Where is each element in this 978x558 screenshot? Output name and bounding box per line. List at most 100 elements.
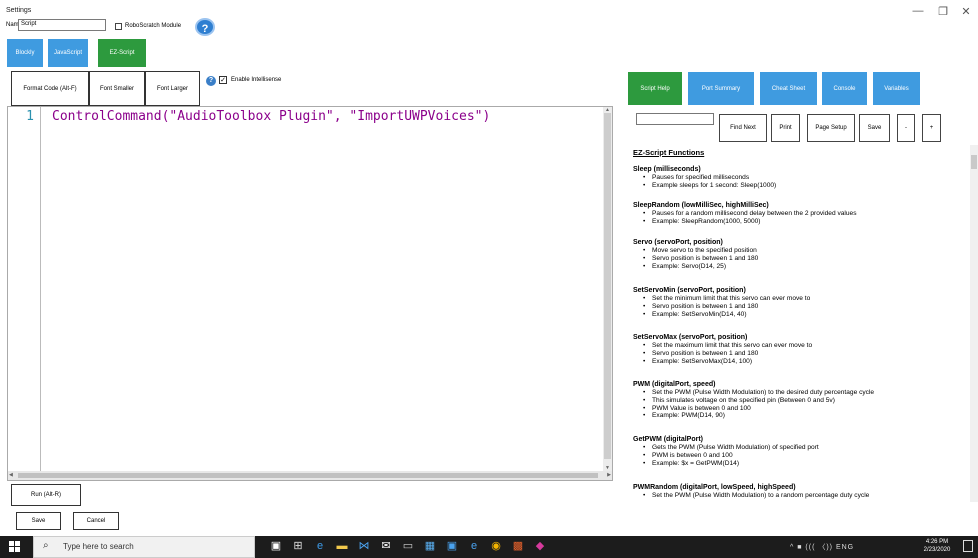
system-tray[interactable]: ^ ■ ((( 〈)) ENG [790,542,854,552]
function-signature: PWM (digitalPort, speed) [633,381,716,388]
tab-blockly[interactable]: Blockly [7,39,43,67]
intellisense-label: Enable Intellisense [231,77,282,83]
roboscratch-checkbox[interactable] [115,23,122,30]
font-smaller-button[interactable]: Font Smaller [89,71,145,106]
tab-script-help[interactable]: Script Help [628,72,682,105]
run-button[interactable]: Run (Alt-R) [11,484,81,506]
help-function: SetServoMax (servoPort, position) Set th… [633,333,968,365]
file-explorer-icon[interactable]: ▬ [335,539,349,553]
function-description: Pauses for specified milliseconds [643,174,968,182]
clock-time: 4:26 PM [925,539,949,545]
clock-date: 2/23/2020 [923,547,951,553]
windows-start-icon[interactable] [9,541,21,553]
function-description: PWM Value is between 0 and 100 [643,405,968,413]
function-signature: SetServoMin (servoPort, position) [633,287,746,294]
help-function: SleepRandom (lowMilliSec, highMilliSec) … [633,201,968,226]
terminal-icon[interactable]: ▭ [401,539,415,553]
photos-icon[interactable]: ▦ [423,539,437,553]
function-description: Set the minimum limit that this servo ca… [643,295,968,303]
help-function: PWM (digitalPort, speed) Set the PWM (Pu… [633,380,968,420]
app-pink-icon[interactable]: ◆ [533,539,547,553]
mail-icon[interactable]: ✉ [379,539,393,553]
editor-horizontal-scrollbar[interactable]: ◀ ▶ [8,471,612,480]
function-description: Servo position is between 1 and 180 [643,255,968,263]
help-function: SetServoMin (servoPort, position) Set th… [633,286,968,318]
help-function: Sleep (milliseconds) Pauses for specifie… [633,165,968,190]
maximize-button[interactable]: ❐ [935,5,951,18]
function-description: Gets the PWM (Pulse Width Modulation) of… [643,444,968,452]
edge-alt-icon[interactable]: e [467,539,481,553]
function-example: Example: SetServoMin(D14, 40) [643,311,968,319]
function-description: Move servo to the specified position [643,247,968,255]
scroll-left-icon[interactable]: ◀ [9,472,13,478]
function-description: This simulates voltage on the specified … [643,397,968,405]
zoom-in-button[interactable]: + [922,114,941,142]
function-signature: SetServoMax (servoPort, position) [633,334,748,341]
function-signature: Sleep (milliseconds) [633,166,701,173]
editor-horizontal-scroll-thumb[interactable] [18,473,598,478]
tab-port-summary[interactable]: Port Summary [688,72,754,105]
function-example: Example: SleepRandom(1000, 5000) [643,218,968,226]
help-function: GetPWM (digitalPort) Gets the PWM (Pulse… [633,435,968,467]
search-icon: ⌕ [43,540,49,551]
edge-icon[interactable]: e [313,539,327,553]
zoom-out-button[interactable]: - [897,114,915,142]
chrome-icon[interactable]: ◉ [489,539,503,553]
function-example: Example sleeps for 1 second: Sleep(1000) [643,182,968,190]
scroll-right-icon[interactable]: ▶ [607,472,611,478]
tab-console[interactable]: Console [822,72,867,105]
code-line[interactable]: ControlCommand("AudioToolbox Plugin", "I… [52,109,490,124]
cancel-button[interactable]: Cancel [73,512,119,530]
function-example: Example: PWM(D14, 90) [643,412,968,420]
function-description: PWM is between 0 and 100 [643,452,968,460]
tab-ez-script[interactable]: EZ-Script [98,39,146,67]
help-icon[interactable]: ? [195,18,215,36]
help-search-input[interactable] [636,113,714,125]
script-help-panel: EZ-Script Functions Sleep (milliseconds)… [628,145,968,502]
office-icon[interactable]: ▩ [511,539,525,553]
print-button[interactable]: Print [771,114,800,142]
format-code-button[interactable]: Format Code (Alt-F) [11,71,89,106]
help-save-button[interactable]: Save [859,114,890,142]
tab-variables[interactable]: Variables [873,72,920,105]
task-view-icon[interactable]: ▣ [269,539,283,553]
line-number: 1 [26,109,34,124]
clock[interactable]: 4:26 PM 2/23/2020 [918,538,956,554]
intellisense-info-icon[interactable]: ? [206,76,216,86]
function-description: Servo position is between 1 and 180 [643,350,968,358]
minimize-button[interactable]: — [910,5,926,17]
tab-javascript[interactable]: JavaScript [48,39,88,67]
line-number-gutter: 1 [8,107,41,471]
visual-studio-icon[interactable]: ⋈ [357,539,371,553]
editor-vertical-scroll-thumb[interactable] [604,113,611,459]
function-description: Pauses for a random millisecond delay be… [643,210,968,218]
name-input[interactable]: Script [18,19,106,31]
close-button[interactable]: ✕ [958,5,974,18]
taskbar-search-placeholder[interactable]: Type here to search [63,542,134,551]
function-example: Example: Servo(D14, 25) [643,263,968,271]
notification-icon[interactable] [963,540,973,552]
page-setup-button[interactable]: Page Setup [807,114,855,142]
function-description: Set the PWM (Pulse Width Modulation) to … [643,492,968,500]
editor-vertical-scrollbar[interactable]: ▲ ▼ [603,107,612,471]
help-vertical-scrollbar[interactable] [970,145,978,502]
tab-cheat-sheet[interactable]: Cheat Sheet [760,72,817,105]
find-next-button[interactable]: Find Next [719,114,767,142]
roboscratch-label: RoboScratch Module [125,23,182,29]
widgets-icon[interactable]: ⊞ [291,539,305,553]
save-button[interactable]: Save [16,512,61,530]
help-function: Servo (servoPort, position) Move servo t… [633,238,968,270]
function-signature: GetPWM (digitalPort) [633,436,703,443]
function-example: Example: $x = GetPWM(D14) [643,460,968,468]
window-title: Settings [6,7,32,14]
intellisense-checkbox[interactable]: ✓ [219,76,227,84]
help-function: PWMRandom (digitalPort, lowSpeed, highSp… [633,483,968,500]
help-scroll-thumb[interactable] [971,155,977,169]
store-icon[interactable]: ▣ [445,539,459,553]
function-example: Example: SetServoMax(D14, 100) [643,358,968,366]
font-larger-button[interactable]: Font Larger [145,71,200,106]
code-editor[interactable]: 1 ControlCommand("AudioToolbox Plugin", … [7,106,613,481]
function-signature: PWMRandom (digitalPort, lowSpeed, highSp… [633,484,796,491]
function-description: Servo position is between 1 and 180 [643,303,968,311]
help-heading: EZ-Script Functions [633,148,705,157]
